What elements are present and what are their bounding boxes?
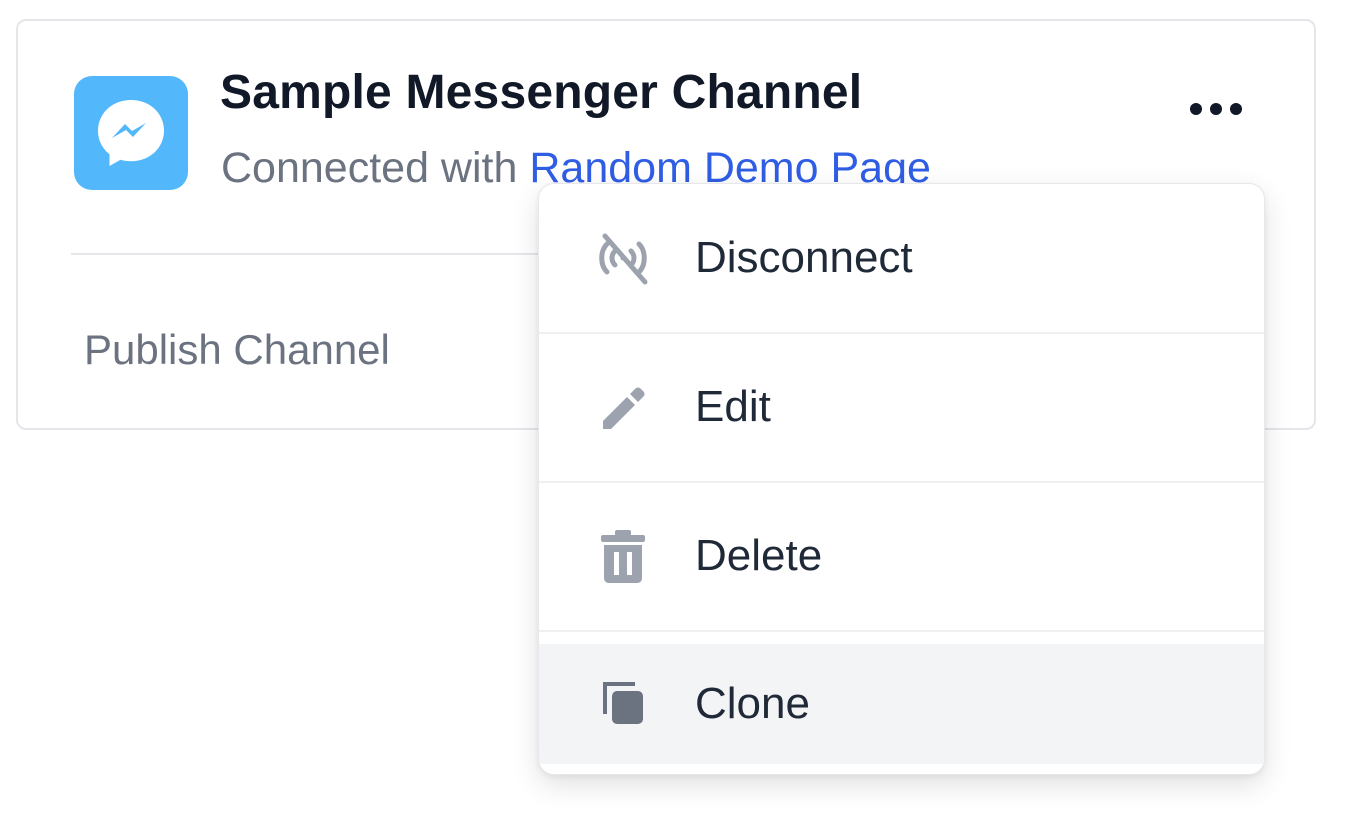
clone-icon bbox=[591, 672, 655, 736]
menu-item-clone[interactable]: Clone bbox=[539, 644, 1264, 764]
pencil-icon bbox=[591, 375, 655, 439]
channel-options-menu: Disconnect Edit Delete Clone bbox=[538, 183, 1265, 775]
menu-item-label: Delete bbox=[695, 531, 823, 580]
messenger-icon bbox=[74, 76, 188, 190]
trash-icon bbox=[591, 524, 655, 588]
connected-prefix: Connected with bbox=[221, 144, 530, 192]
menu-item-edit[interactable]: Edit bbox=[539, 333, 1264, 483]
menu-item-label: Disconnect bbox=[695, 233, 913, 282]
menu-item-disconnect[interactable]: Disconnect bbox=[539, 184, 1264, 334]
channel-title: Sample Messenger Channel bbox=[220, 66, 863, 119]
publish-channel-label: Publish Channel bbox=[84, 326, 390, 373]
menu-item-label: Edit bbox=[695, 382, 771, 431]
menu-item-label: Clone bbox=[695, 679, 810, 728]
menu-item-delete[interactable]: Delete bbox=[539, 482, 1264, 632]
more-horizontal-icon bbox=[1190, 103, 1242, 115]
disconnect-icon bbox=[591, 226, 655, 290]
more-options-button[interactable] bbox=[1180, 87, 1252, 131]
